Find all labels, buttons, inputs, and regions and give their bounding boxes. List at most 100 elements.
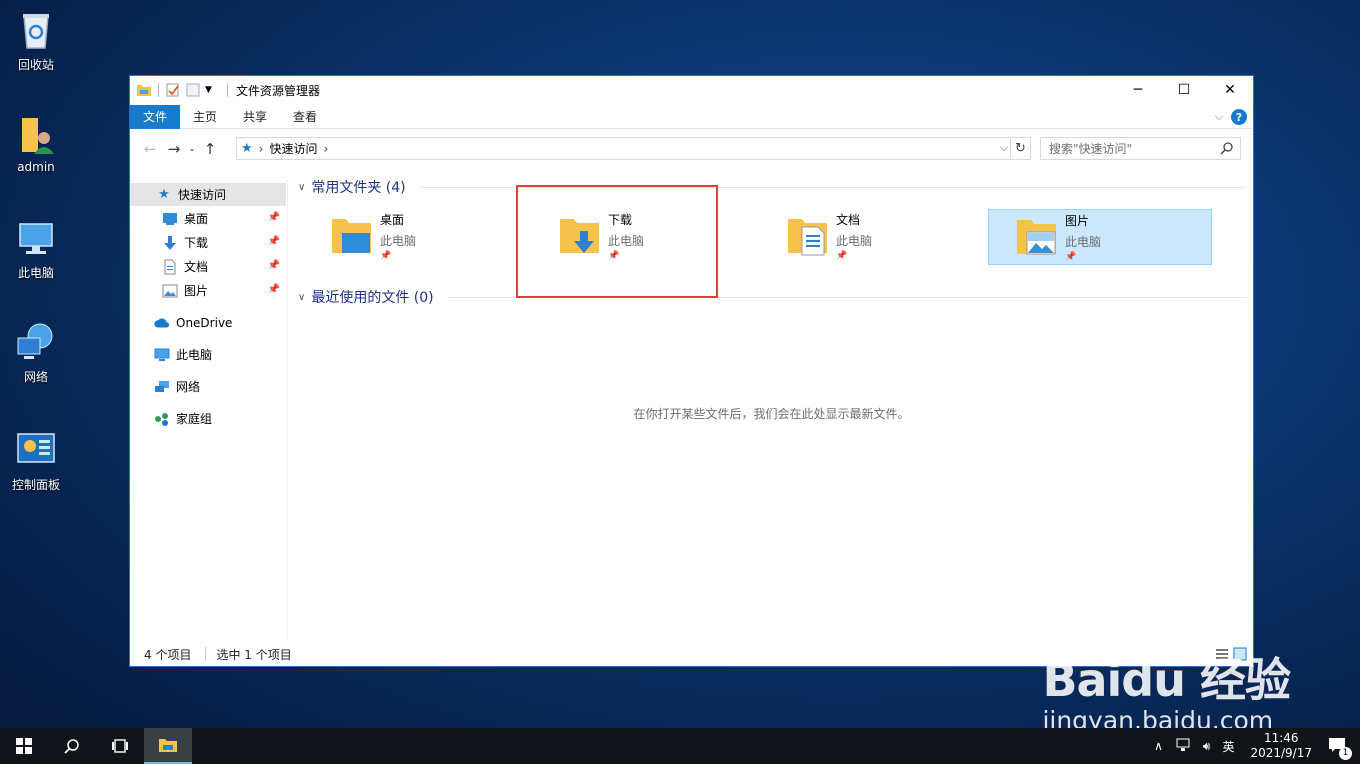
navigation-bar: ← → ⌄ ↑ ★ › 快速访问 › ⌵ ↻ 搜索"快速访问": [130, 134, 1253, 164]
computer-icon: [14, 216, 58, 260]
download-arrow-icon: [162, 235, 178, 251]
search-placeholder: 搜索"快速访问": [1049, 142, 1133, 156]
nav-item-this-pc[interactable]: 此电脑: [130, 343, 286, 366]
nav-item-quick-access[interactable]: ★ 快速访问: [130, 183, 286, 206]
address-bar[interactable]: ★ › 快速访问 › ⌵ ↻: [236, 137, 1031, 160]
desktop-icon-admin[interactable]: admin: [4, 112, 68, 174]
folder-tile-documents[interactable]: 文档 此电脑 📌: [746, 209, 970, 265]
picture-icon: [162, 283, 178, 299]
clock-date: 2021/9/17: [1250, 746, 1312, 760]
window-title: 文件资源管理器: [236, 83, 321, 98]
new-folder-icon[interactable]: [185, 82, 201, 98]
nav-item-label: 桌面: [184, 212, 209, 226]
task-view-button[interactable]: [96, 728, 144, 764]
clock[interactable]: 11:46 2021/9/17: [1250, 731, 1312, 761]
properties-icon[interactable]: [165, 82, 181, 98]
file-explorer-icon: [159, 739, 177, 752]
nav-item-label: 此电脑: [176, 348, 213, 362]
up-button[interactable]: ↑: [198, 137, 222, 161]
recycle-bin-icon: [14, 8, 58, 52]
desktop-icon-label: admin: [17, 160, 55, 174]
nav-item-documents[interactable]: 文档 📌: [130, 255, 286, 278]
nav-item-label: OneDrive: [176, 315, 233, 330]
close-button[interactable]: ✕: [1207, 76, 1253, 104]
folder-tile-pictures[interactable]: 图片 此电脑 📌: [988, 209, 1212, 265]
desktop-folder-icon: [330, 213, 374, 257]
tab-view[interactable]: 查看: [280, 105, 330, 129]
windows-logo-icon: [16, 738, 32, 754]
pin-icon: 📌: [1065, 252, 1077, 262]
start-button[interactable]: [0, 728, 48, 764]
pin-icon[interactable]: 📌: [268, 260, 280, 271]
pin-icon[interactable]: 📌: [268, 236, 280, 247]
quick-access-star-icon: ★: [241, 141, 253, 156]
pin-icon[interactable]: 📌: [268, 284, 280, 295]
nav-item-desktop[interactable]: 桌面 📌: [130, 207, 286, 230]
search-box[interactable]: 搜索"快速访问": [1040, 137, 1241, 160]
group-title: 最近使用的文件 (0): [311, 290, 434, 306]
nav-item-downloads[interactable]: 下载 📌: [130, 231, 286, 254]
desktop-icon-network[interactable]: 网络: [4, 320, 68, 385]
title-bar[interactable]: ▼ 文件资源管理器 ─ ☐ ✕: [130, 76, 1253, 104]
group-header-frequent-folders[interactable]: ∨ 常用文件夹 (4): [298, 177, 406, 197]
network-status-icon[interactable]: [1175, 738, 1191, 755]
collapse-chevron-icon[interactable]: ∨: [298, 182, 305, 193]
recent-locations-dropdown[interactable]: ⌄: [186, 137, 198, 161]
breadcrumb-separator: ›: [323, 141, 329, 156]
forward-button[interactable]: →: [162, 137, 186, 161]
status-separator: [205, 647, 207, 661]
navigation-pane: ★ 快速访问 桌面 📌 下载 📌 文档 📌 图片 📌 OneDrive 此电脑 …: [130, 180, 288, 640]
refresh-button[interactable]: ↻: [1010, 138, 1030, 159]
folder-name: 桌面: [380, 213, 405, 227]
desktop-icon-label: 回收站: [17, 58, 54, 72]
nav-item-label: 文档: [184, 260, 209, 274]
watermark-logo: Baidu 经验: [1042, 653, 1291, 707]
breadcrumb-quick-access[interactable]: 快速访问: [269, 140, 317, 157]
tab-home[interactable]: 主页: [180, 105, 230, 129]
folder-name: 图片: [1065, 214, 1090, 228]
clock-time: 11:46: [1263, 731, 1299, 745]
folder-location: 此电脑: [380, 234, 417, 248]
nav-item-onedrive[interactable]: OneDrive: [130, 311, 286, 334]
input-method-indicator[interactable]: 英: [1222, 738, 1234, 755]
user-folder-icon: [14, 112, 58, 156]
desktop-icon-label: 控制面板: [11, 478, 60, 492]
nav-item-label: 网络: [176, 380, 201, 394]
pin-icon: 📌: [836, 251, 848, 261]
desktop-icon-control-panel[interactable]: 控制面板: [4, 428, 68, 493]
nav-item-label: 图片: [184, 284, 209, 298]
computer-icon: [154, 347, 170, 363]
expand-ribbon-chevron-icon[interactable]: ⌵: [1215, 110, 1223, 124]
file-explorer-taskbar-button[interactable]: [144, 728, 192, 764]
quick-access-toolbar: ▼: [130, 82, 230, 98]
customize-toolbar-dropdown[interactable]: ▼: [205, 82, 221, 98]
help-icon[interactable]: ?: [1231, 109, 1247, 125]
group-header-recent-files[interactable]: ∨ 最近使用的文件 (0): [298, 287, 434, 307]
desktop-icon-recycle-bin[interactable]: 回收站: [4, 8, 68, 73]
network-icon: [154, 379, 170, 395]
nav-item-network[interactable]: 网络: [130, 375, 286, 398]
folder-tile-desktop[interactable]: 桌面 此电脑 📌: [290, 209, 514, 265]
back-button[interactable]: ←: [138, 137, 162, 161]
search-icon: [64, 739, 79, 754]
highlight-box: [516, 185, 718, 298]
tab-file[interactable]: 文件: [130, 104, 181, 129]
show-hidden-icons-chevron-icon[interactable]: ∧: [1154, 739, 1163, 753]
tab-share[interactable]: 共享: [230, 105, 280, 129]
ribbon-tabs: 文件 主页 共享 查看 ⌵ ?: [130, 104, 1253, 129]
nav-item-pictures[interactable]: 图片 📌: [130, 279, 286, 302]
volume-icon[interactable]: 🔊︎: [1203, 739, 1211, 754]
collapse-chevron-icon[interactable]: ∨: [298, 292, 305, 303]
toolbar-separator: [227, 83, 228, 97]
nav-item-homegroup[interactable]: 家庭组: [130, 407, 286, 430]
maximize-button[interactable]: ☐: [1161, 76, 1207, 104]
action-center-icon[interactable]: 1: [1328, 737, 1352, 760]
minimize-button[interactable]: ─: [1115, 76, 1161, 104]
search-button[interactable]: [48, 728, 96, 764]
address-dropdown-icon[interactable]: ⌵: [1000, 141, 1008, 155]
desktop-icon-this-pc[interactable]: 此电脑: [4, 216, 68, 281]
task-view-icon: [112, 739, 128, 753]
pin-icon[interactable]: 📌: [268, 212, 280, 223]
recent-empty-message: 在你打开某些文件后，我们会在此处显示最新文件。: [633, 407, 910, 421]
folder-location: 此电脑: [1065, 235, 1102, 249]
